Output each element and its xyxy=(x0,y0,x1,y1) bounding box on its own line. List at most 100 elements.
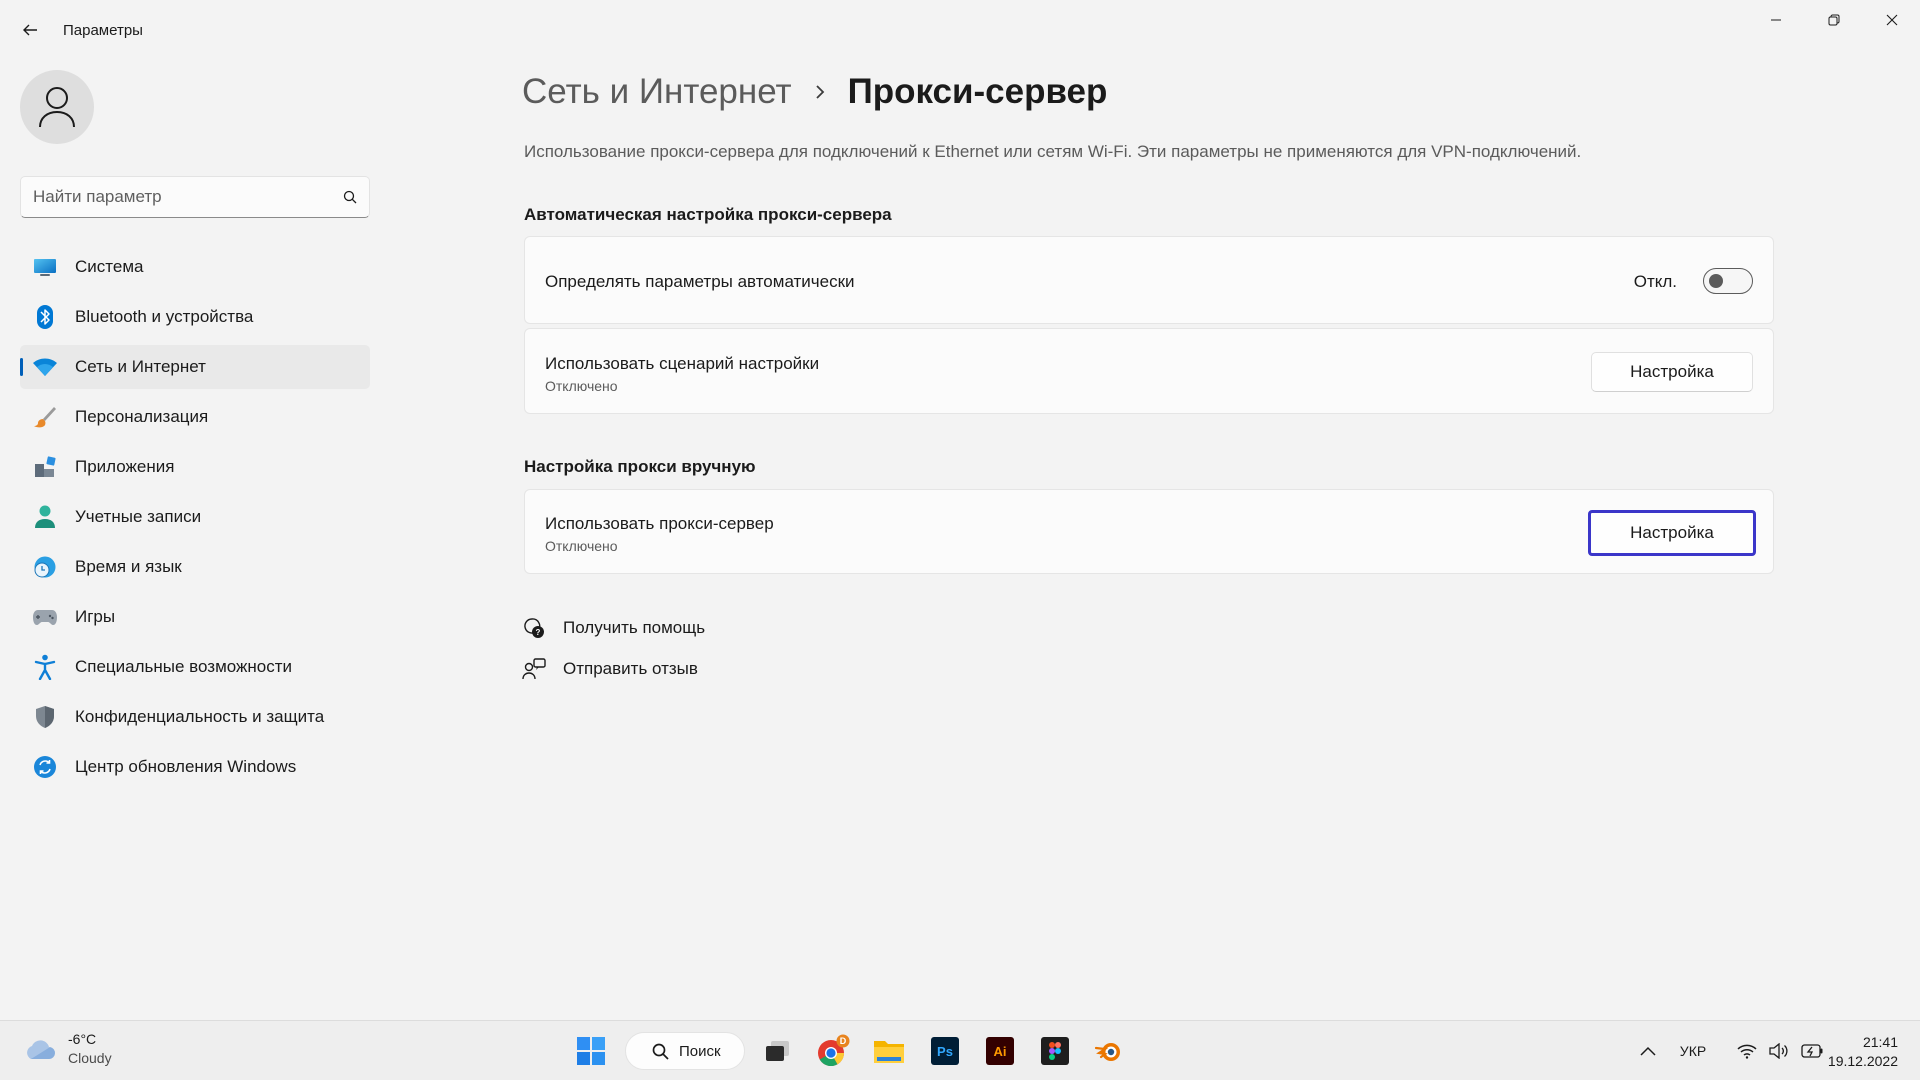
sidebar-item-label: Специальные возможности xyxy=(75,657,293,676)
sidebar-item-label: Персонализация xyxy=(75,407,209,426)
page-title: Прокси-сервер xyxy=(847,72,1108,111)
windows-start-icon xyxy=(577,1037,605,1065)
help-chat-icon: ? xyxy=(522,616,546,640)
auto-detect-card: Определять параметры автоматически Откл. xyxy=(524,236,1774,324)
taskbar-app-photoshop[interactable]: Ps xyxy=(922,1030,968,1072)
update-icon xyxy=(32,754,58,780)
bluetooth-icon xyxy=(32,304,58,330)
search-icon xyxy=(652,1043,669,1060)
minimize-button[interactable] xyxy=(1748,0,1804,40)
feedback-icon xyxy=(522,657,546,681)
sidebar-item-system[interactable]: Система xyxy=(20,245,370,289)
taskbar-app-figma[interactable] xyxy=(1032,1030,1078,1072)
taskbar-search-button[interactable]: Поиск xyxy=(625,1032,745,1070)
send-feedback-label: Отправить отзыв xyxy=(563,659,698,678)
sidebar-item-time-language[interactable]: Время и язык xyxy=(20,545,370,589)
sidebar-item-network[interactable]: Сеть и Интернет xyxy=(20,345,370,389)
task-view-button[interactable] xyxy=(755,1030,801,1072)
setup-script-button[interactable]: Настройка xyxy=(1591,352,1753,392)
toggle-knob xyxy=(1709,274,1723,288)
taskbar-app-file-explorer[interactable] xyxy=(866,1030,912,1072)
back-arrow-icon xyxy=(23,24,37,36)
get-help-link[interactable]: ? Получить помощь xyxy=(522,616,705,640)
taskbar-app-blender[interactable] xyxy=(1086,1030,1132,1072)
show-hidden-icons-button[interactable] xyxy=(1630,1021,1666,1080)
search-icon[interactable] xyxy=(343,190,357,204)
person-icon xyxy=(32,504,58,530)
sidebar-item-windows-update[interactable]: Центр обновления Windows xyxy=(20,745,370,789)
sidebar-item-bluetooth[interactable]: Bluetooth и устройства xyxy=(20,295,370,339)
setup-script-title: Использовать сценарий настройки xyxy=(545,354,820,373)
auto-detect-title: Определять параметры автоматически xyxy=(545,272,855,291)
sidebar-item-label: Конфиденциальность и защита xyxy=(75,707,325,726)
sidebar-item-label: Система xyxy=(75,257,144,276)
sidebar-item-accessibility[interactable]: Специальные возможности xyxy=(20,645,370,689)
auto-proxy-section-title: Автоматическая настройка прокси-сервера xyxy=(524,205,892,224)
sidebar-item-label: Время и язык xyxy=(75,557,182,576)
sidebar-item-label: Приложения xyxy=(75,457,175,476)
breadcrumb-parent-link[interactable]: Сеть и Интернет xyxy=(522,72,792,112)
sidebar-item-personalization[interactable]: Персонализация xyxy=(20,395,370,439)
close-icon xyxy=(1886,14,1898,26)
start-button[interactable] xyxy=(566,1030,616,1072)
manual-proxy-title: Использовать прокси-сервер xyxy=(545,514,774,533)
close-button[interactable] xyxy=(1864,0,1920,40)
chrome-icon: D xyxy=(818,1034,850,1067)
language-indicator[interactable]: УКР xyxy=(1668,1021,1718,1080)
illustrator-label: Ai xyxy=(994,1044,1007,1059)
brush-icon xyxy=(32,404,58,430)
illustrator-icon: Ai xyxy=(986,1037,1014,1065)
display-icon xyxy=(32,254,58,280)
taskbar-app-illustrator[interactable]: Ai xyxy=(977,1030,1023,1072)
auto-detect-state-label: Откл. xyxy=(1633,272,1677,291)
chevron-right-icon xyxy=(814,84,826,100)
weather-condition: Cloudy xyxy=(68,1050,112,1066)
breadcrumb: Сеть и Интернет Прокси-сервер xyxy=(522,72,1107,112)
chevron-up-icon xyxy=(1640,1046,1656,1056)
restore-icon xyxy=(1828,14,1840,26)
minimize-icon xyxy=(1771,19,1781,21)
wifi-status-icon xyxy=(1737,1044,1757,1059)
sidebar-item-accounts[interactable]: Учетные записи xyxy=(20,495,370,539)
clock[interactable]: 21:41 19.12.2022 xyxy=(1828,1033,1898,1071)
send-feedback-link[interactable]: Отправить отзыв xyxy=(522,657,698,681)
clock-time: 21:41 xyxy=(1862,1034,1898,1050)
page-description: Использование прокси-сервера для подключ… xyxy=(524,142,1582,161)
app-title: Параметры xyxy=(63,22,143,39)
sidebar-item-privacy[interactable]: Конфиденциальность и защита xyxy=(20,695,370,739)
task-view-icon xyxy=(766,1041,789,1061)
globe-clock-icon xyxy=(32,554,58,580)
svg-text:?: ? xyxy=(536,628,541,637)
auto-detect-toggle[interactable] xyxy=(1703,268,1753,294)
shield-icon xyxy=(32,704,58,730)
back-button[interactable] xyxy=(16,14,44,46)
restore-button[interactable] xyxy=(1806,0,1862,40)
cloud-icon xyxy=(27,1040,55,1059)
photoshop-label: Ps xyxy=(937,1044,953,1059)
quick-settings-button[interactable] xyxy=(1725,1021,1835,1080)
get-help-label: Получить помощь xyxy=(563,618,706,637)
manual-proxy-section-title: Настройка прокси вручную xyxy=(524,457,756,476)
accessibility-icon xyxy=(32,654,58,680)
sidebar-item-apps[interactable]: Приложения xyxy=(20,445,370,489)
manual-proxy-setup-button[interactable]: Настройка xyxy=(1588,510,1756,556)
setup-script-card: Использовать сценарий настройки Отключен… xyxy=(524,328,1774,414)
taskbar-search-label: Поиск xyxy=(679,1042,721,1060)
search-box[interactable] xyxy=(20,176,370,218)
volume-icon xyxy=(1769,1043,1788,1059)
blender-icon xyxy=(1094,1043,1120,1061)
search-input[interactable] xyxy=(33,187,343,207)
sidebar-item-label: Учетные записи xyxy=(75,507,202,526)
taskbar-app-chrome[interactable]: D xyxy=(810,1030,856,1072)
figma-icon xyxy=(1041,1037,1069,1065)
title-bar: Параметры xyxy=(0,0,1920,60)
sidebar-item-label: Игры xyxy=(75,607,116,626)
weather-widget[interactable]: -6°C Cloudy xyxy=(22,1030,112,1068)
sidebar-nav: Система Bluetooth и устройства Сеть и Ин… xyxy=(20,245,370,795)
sidebar-item-label: Bluetooth и устройства xyxy=(75,307,254,326)
sidebar-item-gaming[interactable]: Игры xyxy=(20,595,370,639)
user-avatar[interactable] xyxy=(20,70,94,144)
chrome-profile-badge: D xyxy=(840,1036,847,1046)
person-outline-icon xyxy=(39,87,75,128)
photoshop-icon: Ps xyxy=(931,1037,959,1065)
